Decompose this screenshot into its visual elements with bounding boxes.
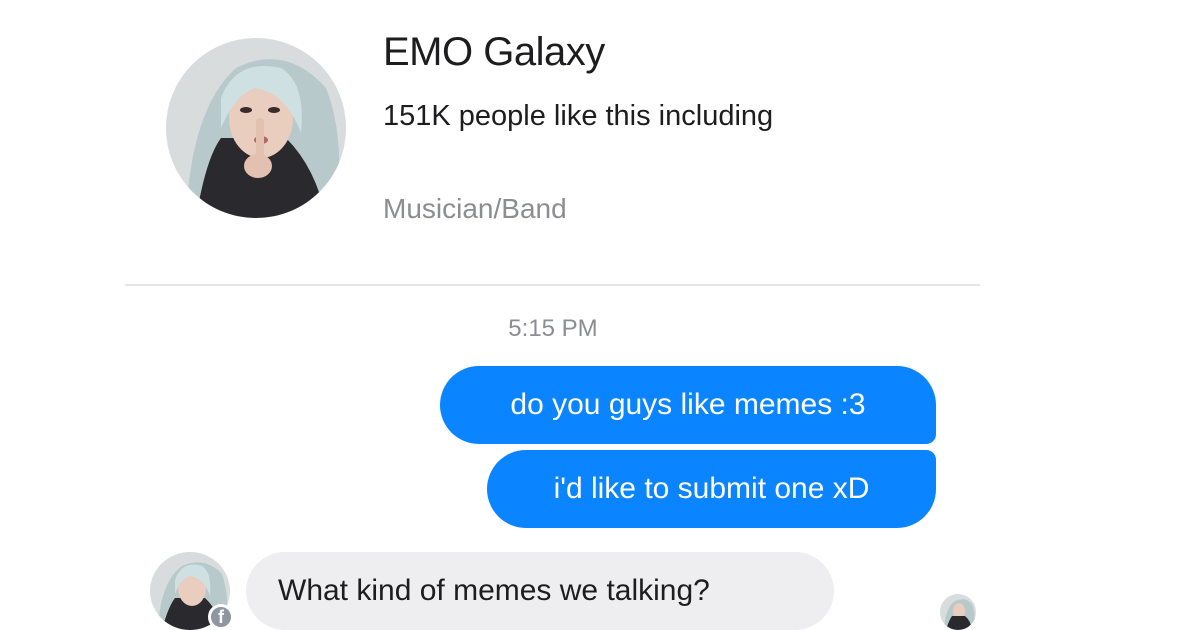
message-text: do you guys like memes :3: [510, 388, 866, 421]
message-text: i'd like to submit one xD: [553, 472, 870, 505]
page-likes-count: 151K people like this including: [383, 100, 774, 132]
page-title[interactable]: EMO Galaxy: [383, 30, 605, 75]
message-text: What kind of memes we talking?: [278, 574, 710, 607]
page-profile-avatar[interactable]: [166, 38, 346, 218]
outgoing-message-bubble[interactable]: do you guys like memes :3: [440, 366, 936, 444]
outgoing-message-bubble[interactable]: i'd like to submit one xD: [487, 450, 936, 528]
message-timestamp: 5:15 PM: [508, 315, 598, 342]
profile-photo-icon: [166, 38, 346, 218]
header-divider: [125, 284, 980, 286]
page-category: Musician/Band: [383, 193, 567, 224]
seen-indicator-icon: [940, 594, 976, 630]
facebook-badge-icon: f: [208, 604, 234, 630]
incoming-message-bubble[interactable]: What kind of memes we talking?: [246, 552, 834, 630]
